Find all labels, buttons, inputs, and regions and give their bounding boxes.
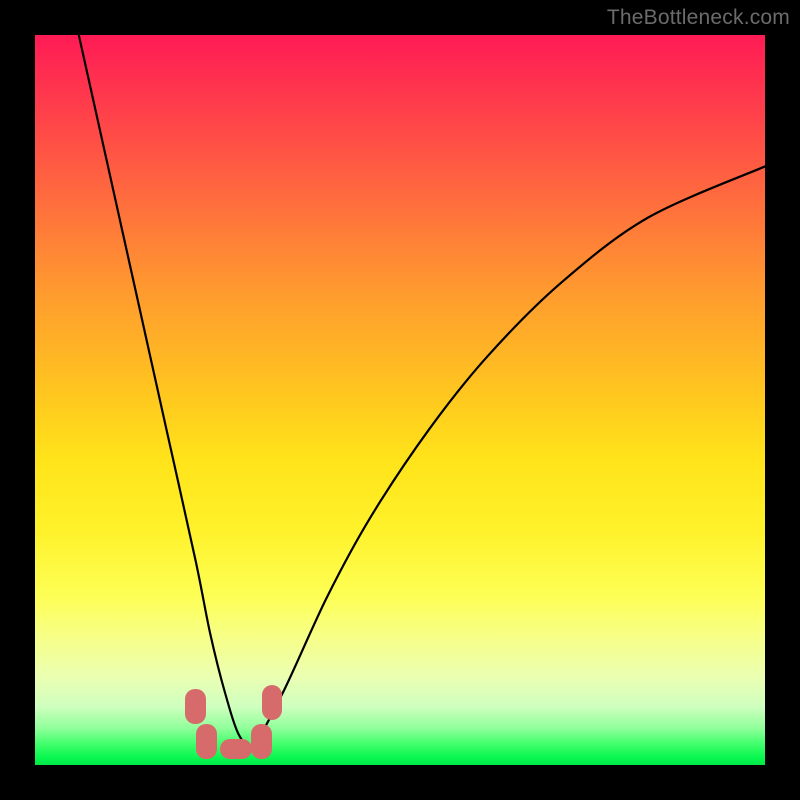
curve-marker bbox=[262, 685, 282, 720]
curve-marker bbox=[251, 724, 271, 759]
watermark-text: TheBottleneck.com bbox=[607, 6, 790, 30]
bottleneck-curve bbox=[35, 35, 765, 765]
curve-marker bbox=[196, 724, 216, 759]
curve-marker bbox=[185, 689, 205, 724]
curve-marker bbox=[220, 739, 252, 759]
chart-frame bbox=[35, 35, 765, 765]
